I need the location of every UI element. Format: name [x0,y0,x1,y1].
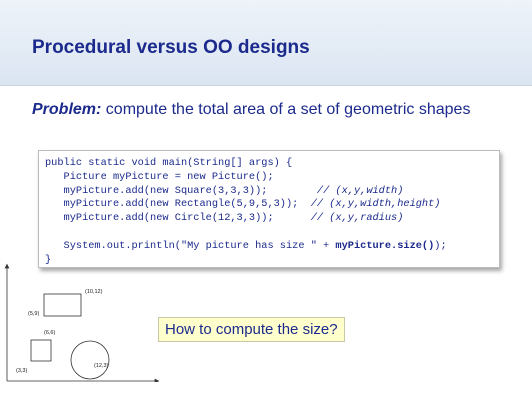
circle-center-label: (12,3) [94,363,109,369]
question-callout: How to compute the size? [158,317,345,342]
circle-shape [70,340,110,380]
code-highlight: myPicture.size() [335,239,435,252]
code-statement: System.out.println("My picture has size … [45,239,336,252]
problem-label: Problem: [32,101,102,118]
square-bottom-left-label: (3,3) [16,368,27,374]
slide-title: Procedural versus OO designs [32,37,310,58]
square-shape [30,339,52,362]
code-block: public static void main(String[] args) {… [38,150,500,268]
code-comment: // (x,y,width,height) [310,198,441,211]
title-bar: Procedural versus OO designs [0,0,532,86]
square-top-right-label: (6,6) [44,330,55,336]
code-line: public static void main(String[] args) { [45,157,293,169]
code-line: Picture myPicture = new Picture(); [45,170,274,183]
code-statement: myPicture.add(new Rectangle(5,9,5,3)); [45,198,311,211]
problem-text: compute the total area of a set of geome… [101,101,471,118]
code-statement: ); [434,239,447,252]
code-comment: // (x,y,radius) [310,212,404,225]
problem-statement: Problem: compute the total area of a set… [32,100,502,119]
code-statement: myPicture.add(new Square(3,3,3)); [45,184,317,197]
code-line: myPicture.add(new Square(3,3,3)); // (x,… [45,185,499,199]
code-line: myPicture.add(new Circle(12,3,3)); // (x… [45,212,499,226]
code-line: System.out.println("My picture has size … [45,240,499,254]
rect-top-right-label: (10,12) [85,289,103,295]
code-comment: // (x,y,width) [316,184,404,197]
shapes-diagram: (10,12) (5,9) (6,6) (3,3) (12,3) [4,263,160,382]
rectangle-shape [43,293,82,317]
code-line: myPicture.add(new Rectangle(5,9,5,3)); /… [45,198,499,212]
code-statement: myPicture.add(new Circle(12,3,3)); [45,212,311,225]
rect-bottom-left-label: (5,9) [28,311,39,317]
